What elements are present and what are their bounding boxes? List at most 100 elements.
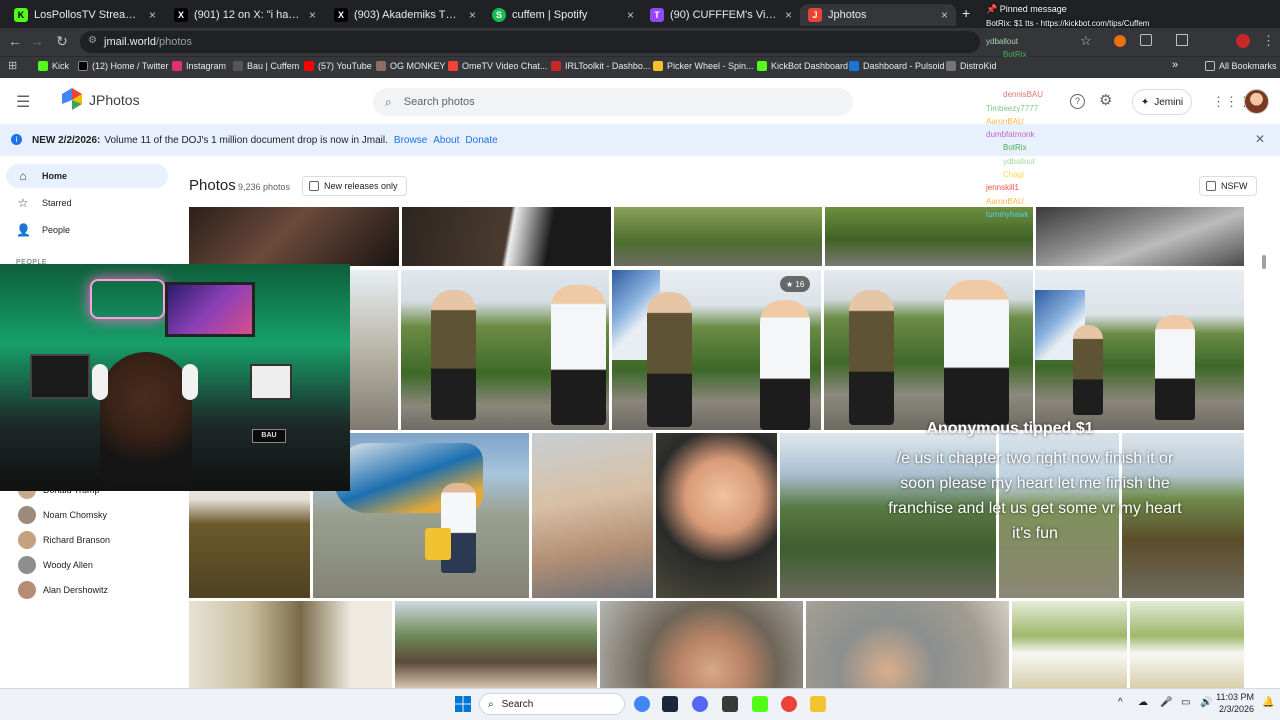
bookmark-item[interactable]: (12) Home / Twitter (78, 61, 168, 71)
photo-thumbnail[interactable] (189, 601, 392, 688)
person-item[interactable]: Richard Branson (18, 530, 110, 550)
close-icon[interactable]: × (785, 8, 792, 22)
app-title[interactable]: JPhotos (89, 92, 140, 108)
avatar (18, 531, 36, 549)
bookmark-item[interactable]: IRLToolkit - Dashbo... (551, 61, 650, 71)
photo-thumbnail[interactable] (1035, 270, 1244, 430)
photo-thumbnail[interactable] (395, 601, 597, 688)
person-item[interactable]: Alan Dershowitz (18, 580, 108, 600)
apps-grid-icon[interactable]: ⊞ (8, 59, 17, 72)
person-item[interactable]: Noam Chomsky (18, 505, 107, 525)
banner-about-link[interactable]: About (433, 135, 459, 146)
close-icon[interactable]: × (149, 8, 156, 22)
sidebar-item-home[interactable]: ⌂ Home (6, 164, 168, 188)
new-tab-button[interactable]: + (962, 5, 970, 21)
microphone-icon[interactable]: 🎤 (1160, 697, 1172, 708)
banner-donate-link[interactable]: Donate (465, 135, 497, 146)
bookmark-item[interactable]: Kick (38, 61, 69, 71)
photo-thumbnail[interactable] (189, 207, 399, 266)
browser-tab[interactable]: T (90) CUFFFEM's Videos - Twitch × (642, 4, 800, 26)
new-releases-filter[interactable]: New releases only (302, 176, 407, 196)
photo-thumbnail[interactable] (1036, 207, 1244, 266)
scrollbar-thumb[interactable] (1262, 255, 1266, 269)
photo-thumbnail[interactable] (402, 207, 611, 266)
profile-avatar[interactable] (1236, 34, 1250, 48)
bookmark-item[interactable]: Instagram (172, 61, 226, 71)
browser-tab[interactable]: S cuffem | Spotify × (484, 4, 642, 26)
person-item[interactable]: Woody Allen (18, 555, 93, 575)
search-input[interactable]: ⌕ Search photos (373, 88, 853, 116)
photo-thumbnail[interactable] (1012, 601, 1127, 688)
close-icon[interactable]: × (469, 8, 476, 22)
photo-thumbnail[interactable]: ★ 16 (612, 270, 821, 430)
close-icon[interactable]: × (627, 8, 634, 22)
bookmark-item[interactable]: Dashboard - Pulsoid (849, 61, 945, 71)
photo-thumbnail[interactable] (614, 207, 822, 266)
obs-icon[interactable] (722, 696, 738, 712)
checkbox[interactable] (1206, 181, 1216, 191)
address-bar[interactable]: ⚙ jmail.world/photos (80, 31, 980, 53)
kick-app-icon[interactable] (752, 696, 768, 712)
sidebar-item-starred[interactable]: ☆ Starred (6, 191, 168, 215)
bookmark-item[interactable]: DistroKid (946, 61, 997, 71)
banner-browse-link[interactable]: Browse (394, 135, 427, 146)
network-icon[interactable]: ▭ (1181, 697, 1190, 708)
bookmark-item[interactable]: Picker Wheel - Spin... (653, 61, 754, 71)
bookmark-item[interactable]: Bau | Cuffem (233, 61, 299, 71)
photo-thumbnail[interactable] (600, 601, 803, 688)
settings-gear-icon[interactable]: ⚙ (1099, 91, 1112, 109)
browser-tab[interactable]: K LosPollosTV Stream - Watch Li × (6, 4, 164, 26)
steam-icon[interactable] (662, 696, 678, 712)
checkbox[interactable] (309, 181, 319, 191)
hamburger-menu-icon[interactable]: ☰ (16, 92, 30, 112)
bookmark-star-icon[interactable]: ☆ (1080, 33, 1092, 49)
photo-thumbnail[interactable] (824, 270, 1033, 430)
photo-thumbnail[interactable] (656, 433, 777, 598)
scrollbar[interactable] (1260, 207, 1268, 687)
photo-thumbnail[interactable] (401, 270, 609, 430)
chrome-icon[interactable] (634, 696, 650, 712)
clock-date[interactable]: 2/3/2026 (1212, 704, 1254, 714)
chrome-active-icon[interactable] (781, 696, 797, 712)
nsfw-filter[interactable]: NSFW (1199, 176, 1257, 196)
volume-icon[interactable]: 🔊 (1200, 697, 1212, 708)
close-icon[interactable]: × (309, 8, 316, 22)
menu-kebab-icon[interactable]: ⋮ (1262, 33, 1275, 49)
back-button[interactable]: ← (6, 33, 24, 49)
photo-thumbnail[interactable] (532, 433, 653, 598)
file-explorer-icon[interactable] (810, 696, 826, 712)
taskbar-search[interactable]: ⌕ Search (479, 693, 625, 715)
notification-bell-icon[interactable]: 🔔 (1262, 697, 1274, 708)
photo-thumbnail[interactable] (806, 601, 1009, 688)
sidebar-item-people[interactable]: 👤 People (6, 218, 168, 242)
bookmark-item[interactable]: (57) YouTube (304, 61, 372, 71)
bookmark-item[interactable]: OmeTV Video Chat... (448, 61, 547, 71)
browser-tab[interactable]: X (901) 12 on X: "i have boujee × (166, 4, 324, 26)
user-avatar[interactable] (1244, 89, 1269, 114)
site-info-icon[interactable]: ⚙ (88, 35, 97, 46)
home-icon: ⌂ (19, 169, 27, 183)
extension-icon[interactable] (1114, 35, 1126, 47)
extensions-icon[interactable] (1140, 34, 1152, 46)
photo-thumbnail[interactable] (1130, 601, 1244, 688)
bookmark-item[interactable]: KickBot Dashboard (757, 61, 848, 71)
forward-button[interactable]: → (28, 33, 46, 49)
all-bookmarks-button[interactable]: All Bookmarks (1205, 61, 1277, 71)
chevron-up-icon[interactable]: ^ (1118, 697, 1123, 708)
close-icon[interactable]: × (941, 8, 948, 22)
windows-start-icon[interactable] (455, 696, 471, 712)
browser-tab[interactable]: X (903) Akademiks TV on X: "Ak × (326, 4, 484, 26)
onedrive-icon[interactable]: ☁ (1138, 697, 1148, 708)
photo-thumbnail[interactable] (350, 270, 398, 430)
discord-icon[interactable] (692, 696, 708, 712)
help-icon[interactable]: ? (1070, 94, 1085, 109)
search-placeholder: Search photos (403, 96, 475, 108)
close-icon[interactable]: ✕ (1255, 132, 1265, 146)
clock-time[interactable]: 11:03 PM (1212, 692, 1254, 702)
cast-icon[interactable] (1176, 34, 1188, 46)
jemini-button[interactable]: ✦ Jemini (1132, 89, 1192, 115)
browser-tab-active[interactable]: J Jphotos × (800, 4, 956, 26)
bookmark-item[interactable]: OG MONKEY (376, 61, 446, 71)
reload-button[interactable]: ↻ (53, 33, 71, 50)
bookmarks-overflow-button[interactable]: » (1172, 59, 1178, 71)
